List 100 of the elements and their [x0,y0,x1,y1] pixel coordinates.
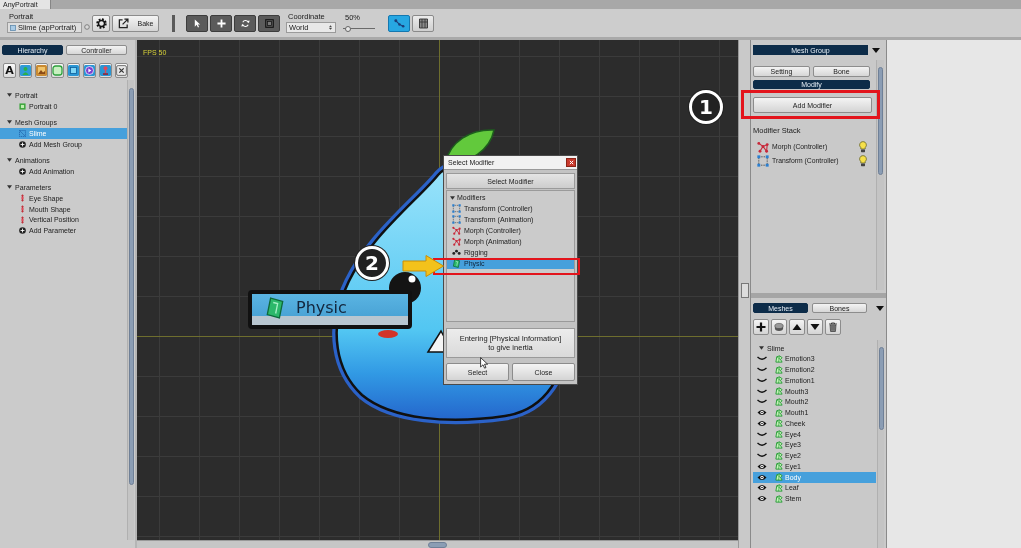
close-icon [568,160,574,165]
slider-thumb[interactable] [344,25,351,32]
mesh-icon [775,354,783,363]
eye-closed-icon[interactable] [757,452,767,460]
grid-icon [417,17,429,29]
rounded-square-icon [52,65,63,76]
dashed-square-icon [452,204,461,213]
eye-icon[interactable] [757,409,767,417]
canvas[interactable] [137,40,738,540]
eye-icon[interactable] [757,495,767,503]
gear-icon [95,17,107,29]
picture-icon [36,65,47,76]
dropdown-arrows-icon [329,25,332,30]
caret-down-icon[interactable] [759,346,764,351]
add-icon [19,227,26,235]
eye-icon[interactable] [757,473,767,481]
caret-down-icon[interactable] [7,93,12,98]
eye-closed-icon[interactable] [757,355,767,363]
eye-icon[interactable] [757,419,767,427]
vertex-graph-icon [757,140,769,153]
filter-button[interactable] [115,63,128,78]
filter-button[interactable] [83,63,96,78]
scrollbar[interactable] [127,80,134,540]
view-toggle-button[interactable] [412,14,434,32]
filter-button[interactable] [67,63,80,78]
cursor-icon [480,357,488,369]
add-icon [19,167,26,175]
mesh-icon [775,419,783,428]
mesh-icon [775,408,783,417]
move-tool-button[interactable] [210,14,232,32]
eye-icon[interactable] [757,462,767,470]
add-icon [756,322,766,332]
crystal-icon [264,296,286,319]
eye-closed-icon[interactable] [757,441,767,449]
mesh-icon [775,365,783,374]
frame-icon [19,102,26,110]
scale-tool-button[interactable] [258,14,280,32]
add-button[interactable] [753,319,769,335]
eye-closed-icon[interactable] [757,376,767,384]
dashed-frame-icon [19,129,26,137]
scrollbar-thumb[interactable] [128,88,134,485]
move-up-button[interactable] [789,319,805,335]
eye-closed-icon[interactable] [757,387,767,395]
settings-button[interactable] [92,14,110,32]
person-icon [20,65,31,76]
delete-button[interactable] [825,319,841,335]
move-down-button[interactable] [807,319,823,335]
caret-down-icon[interactable] [872,47,880,53]
mesh-icon [775,376,783,385]
caret-down-icon[interactable] [7,185,12,190]
pointer-icon [192,18,202,28]
zoom-slider[interactable] [343,25,375,32]
crystal-icon [452,259,461,268]
scrollbar[interactable] [738,40,750,548]
eye-closed-icon[interactable] [757,398,767,406]
dots-icon [452,248,461,257]
dashed-square-icon [452,215,461,224]
scrollbar-thumb[interactable] [878,67,883,175]
caret-down-icon[interactable] [876,305,884,311]
vertex-graph-icon [452,237,461,246]
nodes-icon [393,17,405,29]
scrollbar[interactable] [877,340,884,548]
dashed-square-icon [757,154,769,167]
callout-label: Physic [296,298,347,317]
scrollbar[interactable] [137,540,738,548]
mesh-icon [775,494,783,503]
arrow-down-icon [810,322,820,332]
light-bulb-icon[interactable] [859,154,867,167]
scrollbar-thumb[interactable] [740,283,749,298]
scrollbar-thumb[interactable] [878,347,884,430]
select-tool-button[interactable] [186,14,208,32]
rotate-icon [240,18,250,28]
caret-down-icon[interactable] [7,120,12,125]
cylinder-icon [774,322,784,332]
eye-closed-icon[interactable] [757,366,767,374]
filter-button[interactable] [99,63,112,78]
close-icon [116,65,127,76]
scrollbar-thumb[interactable] [428,541,447,548]
move-icon [216,18,226,28]
caret-down-icon[interactable] [450,195,455,200]
scale-icon [264,18,274,28]
arrow-right-icon [402,255,444,277]
close-button[interactable] [566,158,576,167]
vertical-arrows-icon [20,194,25,203]
filter-button[interactable] [35,63,48,78]
caret-down-icon[interactable] [7,158,12,163]
filter-button[interactable]: A [3,63,16,78]
eye-icon[interactable] [757,484,767,492]
vertex-graph-icon [452,226,461,235]
add-icon [19,140,26,148]
arrow-up-icon [792,322,802,332]
eye-closed-icon[interactable] [757,430,767,438]
scrollbar[interactable] [876,60,884,290]
view-toggle-button[interactable] [388,14,410,32]
layer-button[interactable] [771,319,787,335]
square-icon [68,65,79,76]
play-circle-icon [84,65,95,76]
rotate-tool-button[interactable] [234,14,256,32]
joystick-icon [100,65,111,76]
light-bulb-icon[interactable] [859,140,867,153]
